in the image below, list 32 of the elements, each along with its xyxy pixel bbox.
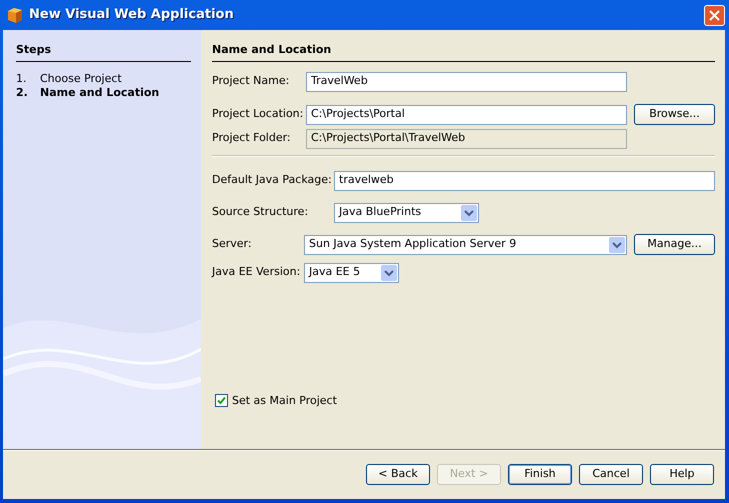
app-icon [6,6,24,24]
browse-button[interactable]: Browse... [634,104,715,125]
text-field[interactable]: C:\Projects\Portal [306,104,627,124]
field-label: Source Structure: [212,204,310,220]
checkbox-label: Set as Main Project [232,392,337,408]
wizard-button[interactable]: Finish [508,464,572,485]
wizard-button[interactable]: Help [650,464,714,485]
text-field[interactable]: travelweb [334,170,715,190]
wizard-button[interactable]: Cancel [579,464,643,485]
step-label: Choose Project [40,72,122,86]
step-number: 1. [16,72,28,86]
step-number: 2. [16,86,29,100]
checkbox[interactable] [215,394,228,408]
steps-heading: Steps [16,42,191,62]
window-title: New Visual Web Application [29,6,234,24]
text-field[interactable]: TravelWeb [306,72,627,92]
field-label: Project Name: [212,73,290,90]
browse-button[interactable]: Manage... [634,234,715,255]
dropdown[interactable]: Sun Java System Application Server 9 [304,234,627,254]
readonly-field: C:\Projects\Portal\TravelWeb [306,128,627,148]
wizard-button[interactable]: < Back [366,464,430,485]
close-button[interactable] [704,4,725,26]
dropdown[interactable]: Java EE 5 [304,262,399,282]
field-label: Default Java Package: [212,172,333,188]
close-icon [709,10,720,20]
step-label: Name and Location [40,86,160,100]
field-label: Project Folder: [212,130,292,146]
field-label: Server: [212,236,253,252]
dropdown[interactable]: Java BluePrints [334,202,479,222]
section-heading: Name and Location [212,42,715,62]
field-label: Java EE Version: [212,264,302,280]
field-label: Project Location: [212,106,304,122]
